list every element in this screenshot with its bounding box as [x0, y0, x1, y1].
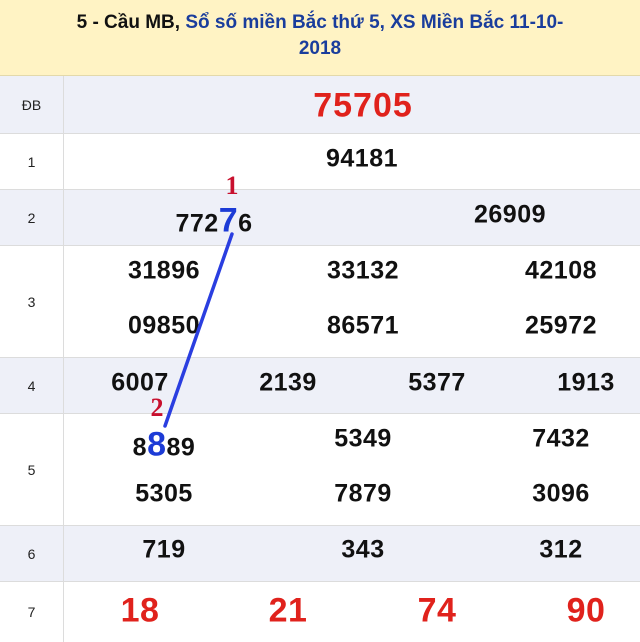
row-prize-2: 2 77276 26909 — [0, 190, 640, 246]
prize-3-number: 33132 — [326, 256, 400, 285]
row-prize-4: 4 6007 2139 5377 1913 — [0, 358, 640, 414]
prize-2-number-a: 77276 — [175, 201, 253, 240]
lottery-result-panel: 5 - Cầu MB, Sổ số miền Bắc thứ 5, XS Miề… — [0, 0, 640, 642]
prize-4-number: 5377 — [408, 368, 466, 397]
pattern-start-marker: 1 — [225, 171, 239, 200]
row-prize-6: 6 719 343 312 — [0, 526, 640, 582]
special-prize-number: 75705 — [313, 86, 413, 125]
prize-7-number: 21 — [268, 591, 308, 630]
prize-6-number: 719 — [142, 535, 186, 564]
row-label: 7 — [0, 582, 64, 642]
prize-6-number: 312 — [539, 535, 583, 564]
row-prize-3: 3 31896 33132 42108 09850 86571 25972 — [0, 246, 640, 358]
result-link-line1: Sổ số miền Bắc thứ 5, XS Miền Bắc 11-10- — [185, 12, 564, 33]
highlighted-digit: 8 — [147, 425, 167, 464]
prize-5-number-a: 8889 — [132, 425, 196, 464]
prize-4-number: 1913 — [557, 368, 615, 397]
row-label: 5 — [0, 414, 64, 525]
prize-5-number: 7879 — [334, 479, 392, 508]
prize-3-number: 09850 — [127, 311, 201, 340]
prize-5-number: 3096 — [532, 479, 590, 508]
row-label: 1 — [0, 134, 64, 189]
result-link[interactable]: Sổ số miền Bắc thứ 5, XS Miền Bắc 11-10-… — [185, 12, 563, 59]
header-prefix: 5 - Cầu MB, — [76, 12, 181, 33]
row-special-prize: ĐB 75705 — [0, 76, 640, 134]
prize-7-number: 90 — [566, 591, 606, 630]
row-label: 3 — [0, 246, 64, 357]
row-prize-1: 1 94181 — [0, 134, 640, 190]
prize-3-number: 31896 — [127, 256, 201, 285]
prize-5-number: 7432 — [532, 424, 590, 453]
prize-3-number: 86571 — [326, 311, 400, 340]
row-label: ĐB — [0, 76, 64, 133]
row-label: 2 — [0, 190, 64, 245]
row-prize-5: 5 8889 5349 7432 5305 7879 3096 — [0, 414, 640, 526]
prize-5-number: 5305 — [135, 479, 193, 508]
prize-2-number-b: 26909 — [473, 200, 547, 229]
prize-1-number: 94181 — [325, 144, 399, 173]
prize-4-number: 2139 — [259, 368, 317, 397]
prize-3-number: 25972 — [524, 311, 598, 340]
prize-5-number: 5349 — [334, 424, 392, 453]
prize-7-number: 18 — [120, 591, 160, 630]
pattern-end-marker: 2 — [150, 393, 164, 422]
prize-6-number: 343 — [341, 535, 385, 564]
row-label: 6 — [0, 526, 64, 581]
row-label: 4 — [0, 358, 64, 413]
row-prize-7: 7 18 21 74 90 — [0, 582, 640, 642]
result-link-line2: 2018 — [298, 38, 342, 59]
prize-7-number: 74 — [417, 591, 457, 630]
prize-3-number: 42108 — [524, 256, 598, 285]
page-header: 5 - Cầu MB, Sổ số miền Bắc thứ 5, XS Miề… — [0, 0, 640, 76]
highlighted-digit: 7 — [218, 201, 239, 240]
